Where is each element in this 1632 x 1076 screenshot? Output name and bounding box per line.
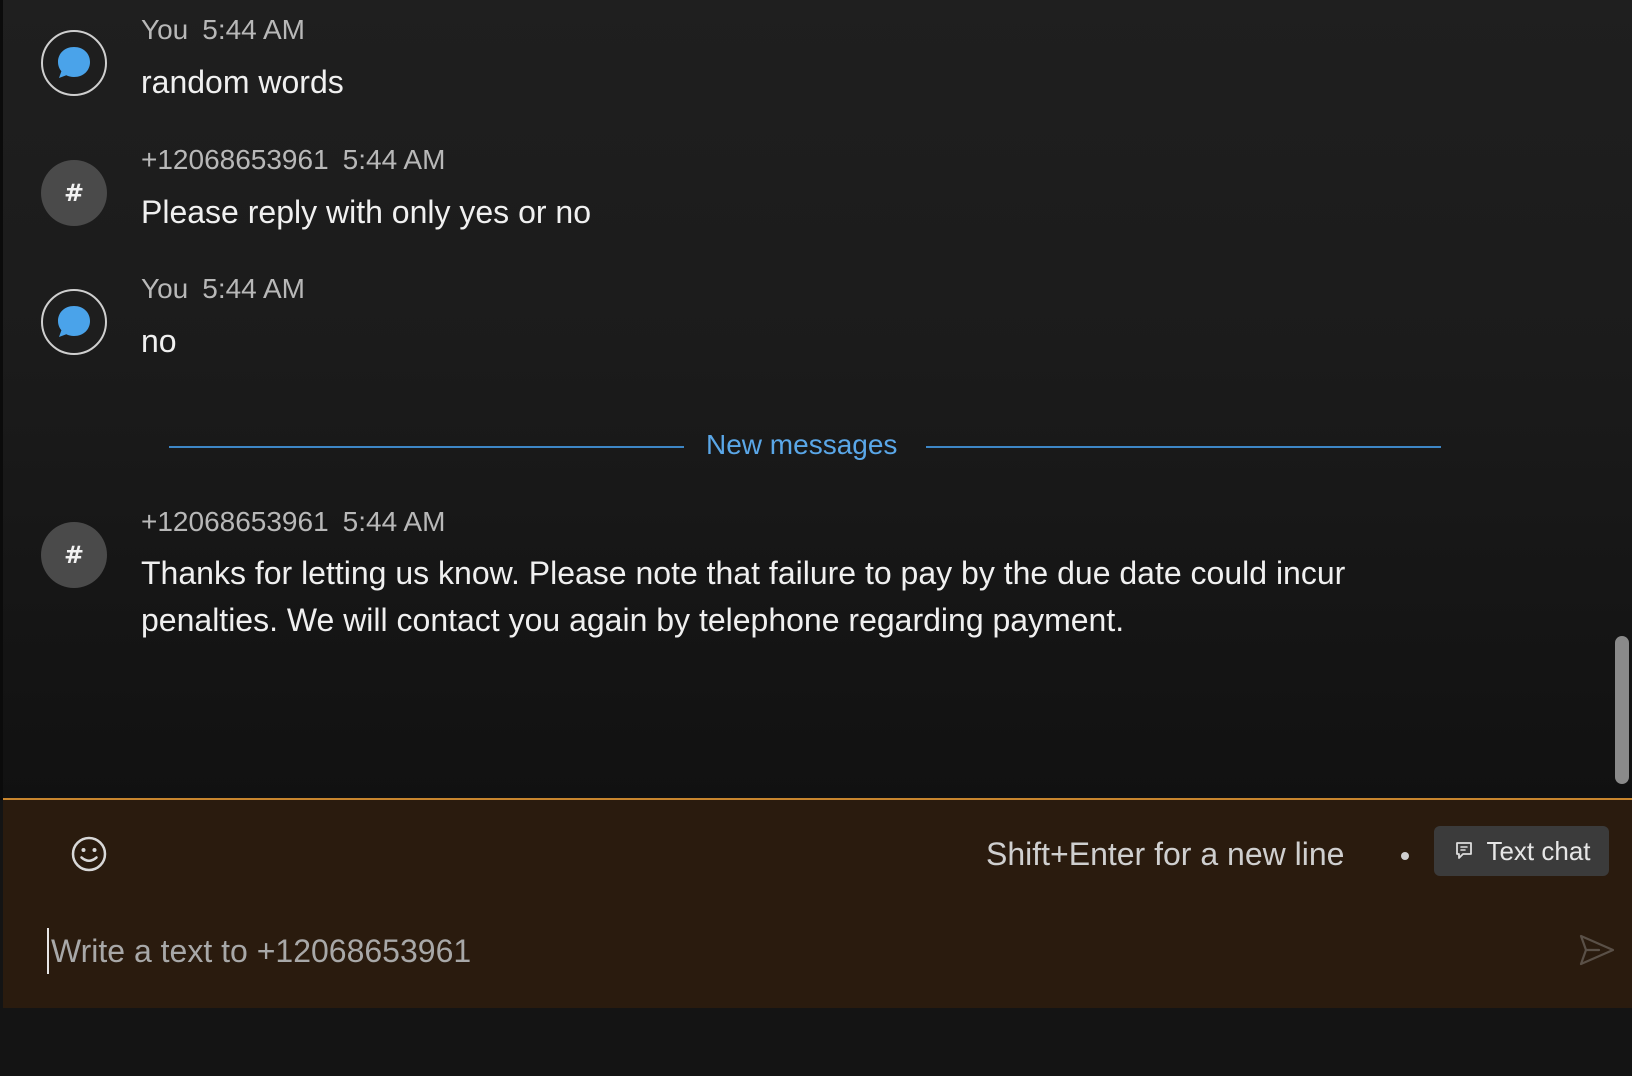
- hash-icon: #: [63, 541, 85, 569]
- text-chat-button[interactable]: Text chat: [1434, 826, 1609, 876]
- message-time: 5:44 AM: [342, 506, 446, 537]
- separator-dot: [1401, 852, 1409, 860]
- new-messages-divider: New messages: [169, 429, 1441, 460]
- avatar[interactable]: #: [41, 160, 107, 226]
- hash-icon: #: [63, 179, 85, 207]
- window-footer: [0, 1008, 1632, 1076]
- divider-line: [926, 446, 1441, 448]
- message-text-line: Thanks for letting us know. Please note …: [141, 555, 1346, 591]
- message-sender: You: [141, 273, 189, 304]
- new-line-hint: Shift+Enter for a new line: [986, 836, 1345, 872]
- message-meta: You 5:44 AM: [141, 273, 305, 305]
- message-text-line: penalties. We will contact you again by …: [141, 602, 1125, 638]
- chat-bubble-icon: [58, 306, 90, 337]
- message-sender: +12068653961: [141, 144, 329, 175]
- message-thread[interactable]: You 5:44 AM random words # +12068653961 5:…: [3, 0, 1632, 800]
- message-meta: +12068653961 5:44 AM: [141, 144, 445, 176]
- emoji-button[interactable]: [69, 834, 109, 874]
- message-meta: You 5:44 AM: [141, 14, 305, 46]
- send-button[interactable]: [1577, 930, 1617, 970]
- smiley-icon: [71, 836, 107, 872]
- avatar[interactable]: [41, 289, 107, 355]
- message-input[interactable]: [47, 928, 1541, 974]
- message-time: 5:44 AM: [202, 273, 305, 304]
- avatar[interactable]: #: [41, 522, 107, 588]
- avatar[interactable]: [41, 30, 107, 96]
- chat-window: You 5:44 AM random words # +12068653961 5:…: [0, 0, 1632, 1076]
- composer: Shift+Enter for a new line Text chat: [3, 798, 1632, 1008]
- message-time: 5:44 AM: [202, 14, 305, 45]
- chat-bubble-icon: [58, 47, 90, 78]
- message-sender: +12068653961: [141, 506, 329, 537]
- message-time: 5:44 AM: [342, 144, 446, 175]
- message-text: no: [141, 323, 177, 359]
- message-meta: +12068653961 5:44 AM: [141, 506, 445, 538]
- text-chat-icon: [1456, 842, 1473, 859]
- divider-line: [169, 446, 684, 448]
- text-chat-label: Text chat: [1486, 835, 1591, 866]
- message-text: random words: [141, 64, 344, 100]
- message-sender: You: [141, 14, 189, 45]
- send-icon: [1579, 934, 1615, 966]
- message-text: Thanks for letting us know. Please note …: [141, 550, 1345, 644]
- new-messages-label: New messages: [706, 429, 898, 460]
- scrollbar-thumb[interactable]: [1615, 636, 1629, 784]
- message-text: Please reply with only yes or no: [141, 194, 591, 230]
